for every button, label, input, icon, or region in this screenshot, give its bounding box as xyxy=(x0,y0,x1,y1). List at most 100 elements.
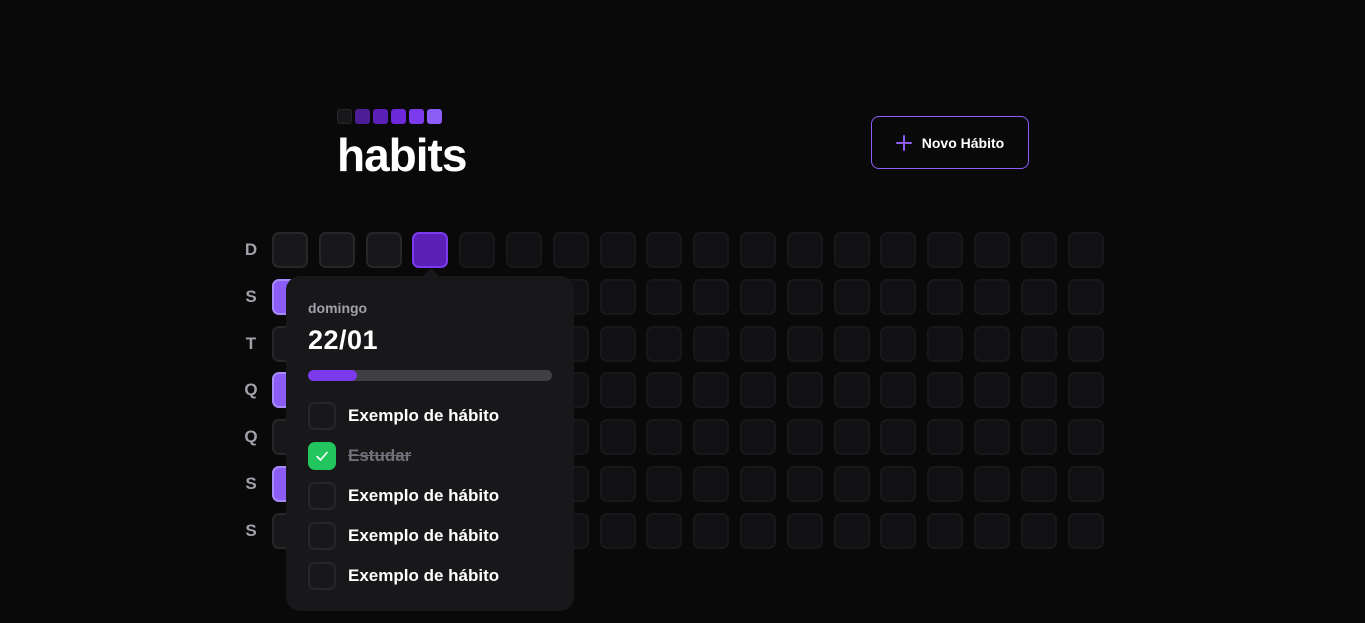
day-cell[interactable] xyxy=(1020,325,1057,362)
habit-item[interactable]: Exemplo de hábito xyxy=(308,401,552,431)
day-cell[interactable] xyxy=(599,278,636,315)
habit-checkbox[interactable] xyxy=(308,442,336,470)
day-cell[interactable] xyxy=(1067,325,1104,362)
day-cell[interactable] xyxy=(833,325,870,362)
day-cell[interactable] xyxy=(1067,466,1104,502)
day-cell[interactable] xyxy=(693,419,730,456)
day-cell[interactable] xyxy=(927,278,964,315)
day-cell[interactable] xyxy=(974,372,1010,409)
day-cell[interactable] xyxy=(786,232,823,268)
day-cell[interactable] xyxy=(318,232,355,268)
day-cell[interactable] xyxy=(880,372,917,409)
day-cell[interactable] xyxy=(506,232,542,268)
day-cell[interactable] xyxy=(927,419,964,456)
day-cell[interactable] xyxy=(1020,372,1057,409)
day-cell[interactable] xyxy=(833,278,870,315)
day-cell[interactable] xyxy=(786,466,823,502)
day-cell[interactable] xyxy=(974,278,1010,315)
day-cell[interactable] xyxy=(833,232,870,268)
day-cell[interactable] xyxy=(927,512,964,549)
day-cell[interactable] xyxy=(833,512,870,549)
habit-item[interactable]: Estudar xyxy=(308,441,552,471)
day-cell[interactable] xyxy=(412,232,449,268)
day-cell[interactable] xyxy=(646,325,683,362)
day-cell[interactable] xyxy=(599,372,636,409)
day-cell[interactable] xyxy=(599,466,636,502)
day-cell[interactable] xyxy=(974,325,1010,362)
logo-square xyxy=(373,109,388,124)
day-cell[interactable] xyxy=(552,232,589,268)
day-cell[interactable] xyxy=(786,512,823,549)
day-cell[interactable] xyxy=(365,232,402,268)
habit-item[interactable]: Exemplo de hábito xyxy=(308,561,552,591)
day-cell[interactable] xyxy=(1020,466,1057,502)
day-cell[interactable] xyxy=(880,466,917,502)
day-cell[interactable] xyxy=(880,512,917,549)
day-cell[interactable] xyxy=(974,466,1010,502)
habit-label: Exemplo de hábito xyxy=(348,566,500,585)
day-cell[interactable] xyxy=(833,466,870,502)
check-icon xyxy=(316,451,328,461)
day-cell[interactable] xyxy=(1020,512,1057,549)
day-cell[interactable] xyxy=(693,466,730,502)
day-cell[interactable] xyxy=(740,466,776,502)
day-cell[interactable] xyxy=(880,278,917,315)
day-cell[interactable] xyxy=(693,325,730,362)
day-cell[interactable] xyxy=(693,512,730,549)
day-cell[interactable] xyxy=(927,325,964,362)
day-cell[interactable] xyxy=(646,232,683,268)
habit-checkbox[interactable] xyxy=(308,562,336,590)
day-cell[interactable] xyxy=(740,419,776,456)
day-cell[interactable] xyxy=(786,372,823,409)
day-cell[interactable] xyxy=(833,419,870,456)
day-cell[interactable] xyxy=(599,512,636,549)
day-cell[interactable] xyxy=(599,419,636,456)
day-cell[interactable] xyxy=(740,512,776,549)
day-cell[interactable] xyxy=(786,419,823,456)
day-cell[interactable] xyxy=(833,372,870,409)
day-cell[interactable] xyxy=(880,325,917,362)
day-cell[interactable] xyxy=(646,466,683,502)
logo-text: habits xyxy=(337,129,467,181)
day-cell[interactable] xyxy=(272,232,308,268)
new-habit-button[interactable]: Novo Hábito xyxy=(871,116,1029,169)
day-cell[interactable] xyxy=(693,278,730,315)
day-cell[interactable] xyxy=(786,278,823,315)
day-cell[interactable] xyxy=(599,325,636,362)
day-cell[interactable] xyxy=(1067,372,1104,409)
habit-checkbox[interactable] xyxy=(308,402,336,430)
day-cell[interactable] xyxy=(927,372,964,409)
day-cell[interactable] xyxy=(1020,419,1057,456)
day-cell[interactable] xyxy=(693,232,730,268)
day-cell[interactable] xyxy=(1067,512,1104,549)
habit-checkbox[interactable] xyxy=(308,482,336,510)
day-cell[interactable] xyxy=(740,278,776,315)
day-cell[interactable] xyxy=(459,232,496,268)
day-cell[interactable] xyxy=(740,372,776,409)
day-cell[interactable] xyxy=(880,419,917,456)
day-cell[interactable] xyxy=(880,232,917,268)
day-cell[interactable] xyxy=(927,232,964,268)
habit-item[interactable]: Exemplo de hábito xyxy=(308,521,552,551)
day-cell[interactable] xyxy=(1067,278,1104,315)
day-cell[interactable] xyxy=(646,372,683,409)
day-cell[interactable] xyxy=(1067,419,1104,456)
habit-item[interactable]: Exemplo de hábito xyxy=(308,481,552,511)
day-cell[interactable] xyxy=(1020,278,1057,315)
day-cell[interactable] xyxy=(974,419,1010,456)
day-cell[interactable] xyxy=(927,466,964,502)
day-cell[interactable] xyxy=(974,232,1010,268)
day-cell[interactable] xyxy=(1067,232,1104,268)
day-cell[interactable] xyxy=(646,419,683,456)
habit-label: Exemplo de hábito xyxy=(348,526,500,545)
day-cell[interactable] xyxy=(646,512,683,549)
day-cell[interactable] xyxy=(693,372,730,409)
day-cell[interactable] xyxy=(786,325,823,362)
day-cell[interactable] xyxy=(599,232,636,268)
day-cell[interactable] xyxy=(740,325,776,362)
day-cell[interactable] xyxy=(646,278,683,315)
day-cell[interactable] xyxy=(1020,232,1057,268)
day-cell[interactable] xyxy=(974,512,1010,549)
day-cell[interactable] xyxy=(740,232,776,268)
habit-checkbox[interactable] xyxy=(308,522,336,550)
